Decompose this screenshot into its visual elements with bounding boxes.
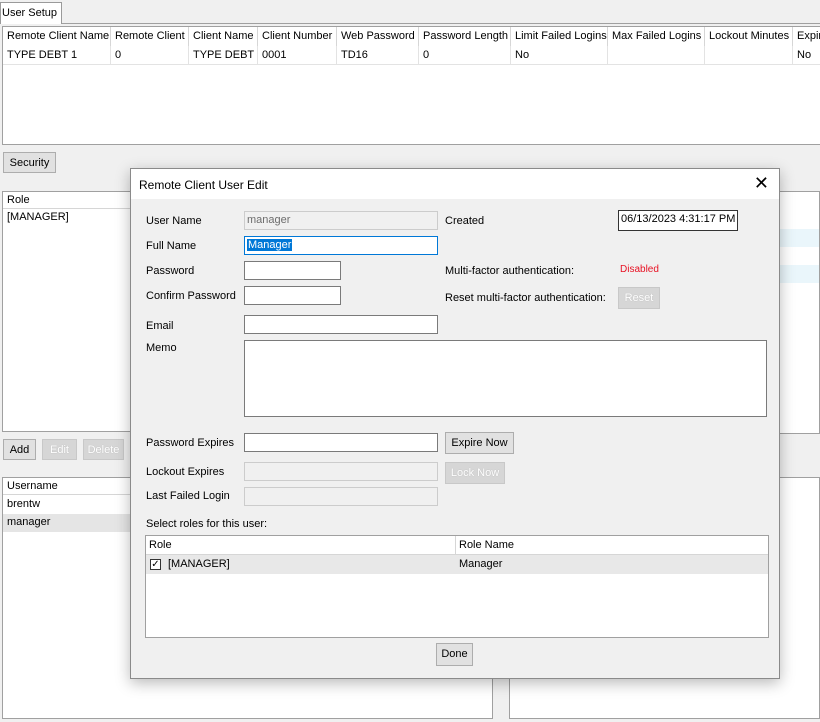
select-roles-label: Select roles for this user: — [146, 518, 268, 530]
memo-label: Memo — [146, 342, 177, 354]
password-expires-field[interactable] — [244, 433, 438, 452]
confirm-password-label: Confirm Password — [146, 290, 236, 302]
close-icon[interactable]: ✕ — [754, 174, 769, 192]
done-button[interactable]: Done — [436, 643, 473, 666]
roles-list[interactable]: Role [MANAGER] — [2, 191, 132, 432]
password-label: Password — [146, 265, 195, 277]
column-header[interactable]: Client Number — [258, 27, 337, 46]
password-expires-label: Password Expires — [146, 437, 235, 449]
lockout-expires-field — [244, 462, 438, 481]
last-failed-login-field — [244, 487, 438, 506]
role-name-cell: Manager — [459, 558, 503, 570]
lock-now-button[interactable]: Lock Now — [445, 462, 505, 484]
security-button[interactable]: Security — [3, 152, 56, 173]
table-cell: No — [793, 46, 820, 65]
last-failed-login-label: Last Failed Login — [146, 490, 230, 502]
role-cell: [MANAGER] — [168, 558, 230, 570]
column-header[interactable]: Limit Failed Logins — [511, 27, 608, 46]
user-name-field: manager — [244, 211, 438, 230]
column-header[interactable]: Web Password — [337, 27, 419, 46]
column-header[interactable]: Expir — [793, 27, 820, 46]
delete-button[interactable]: Delete — [83, 439, 124, 460]
column-header[interactable]: Remote Client Name — [3, 27, 111, 46]
lockout-expires-label: Lockout Expires — [146, 466, 225, 478]
user-name-label: User Name — [146, 215, 202, 227]
table-cell: TYPE DEBT 1 — [3, 46, 111, 65]
table-cell: 0001 — [258, 46, 337, 65]
password-field[interactable] — [244, 261, 341, 280]
column-header[interactable]: Lockout Minutes — [705, 27, 793, 46]
dialog-title: Remote Client User Edit — [139, 178, 268, 192]
confirm-password-field[interactable] — [244, 286, 341, 305]
table-cell: TD16 — [337, 46, 419, 65]
full-name-value: Manager — [247, 239, 293, 251]
expire-now-button[interactable]: Expire Now — [445, 432, 514, 454]
table-cell: No — [511, 46, 608, 65]
table-cell — [608, 46, 705, 65]
reset-mfa-button[interactable]: Reset — [618, 287, 660, 309]
full-name-field[interactable]: Manager — [244, 236, 438, 255]
clients-grid-header: Remote Client Name Remote Client Client … — [3, 27, 820, 47]
tab-divider — [62, 23, 820, 24]
email-field[interactable] — [244, 315, 438, 334]
email-label: Email — [146, 320, 174, 332]
list-item[interactable] — [779, 265, 819, 283]
add-button[interactable]: Add — [3, 439, 36, 460]
dialog-title-bar: Remote Client User Edit ✕ — [131, 169, 779, 199]
reset-mfa-label: Reset multi-factor authentication: — [445, 292, 606, 304]
role-checkbox[interactable]: ✓ — [150, 559, 161, 570]
created-field: 06/13/2023 4:31:17 PM — [618, 210, 738, 231]
column-header[interactable]: Role — [3, 192, 131, 209]
table-cell: TYPE DEBT 1 — [189, 46, 258, 65]
table-cell: 0 — [111, 46, 189, 65]
table-cell — [705, 46, 793, 65]
right-role-panel[interactable] — [778, 191, 820, 434]
table-row[interactable]: TYPE DEBT 1 0 TYPE DEBT 1 0001 TD16 0 No… — [3, 46, 820, 65]
column-header[interactable]: Max Failed Logins — [608, 27, 705, 46]
column-header[interactable]: Role — [146, 536, 456, 555]
column-header[interactable]: Password Length — [419, 27, 511, 46]
edit-button[interactable]: Edit — [42, 439, 77, 460]
list-item[interactable]: [MANAGER] — [3, 209, 131, 227]
table-row[interactable]: ✓ [MANAGER] Manager — [146, 555, 768, 574]
dialog-roles-grid[interactable]: Role Role Name ✓ [MANAGER] Manager — [145, 535, 769, 638]
column-header[interactable]: Role Name — [456, 536, 768, 555]
column-header[interactable]: Client Name — [189, 27, 258, 46]
clients-grid[interactable]: Remote Client Name Remote Client Client … — [2, 26, 820, 145]
list-item[interactable] — [779, 229, 819, 247]
full-name-label: Full Name — [146, 240, 197, 252]
tab-user-setup[interactable]: User Setup — [0, 2, 62, 24]
table-cell: 0 — [419, 46, 511, 65]
memo-field[interactable] — [244, 340, 767, 417]
column-header[interactable]: Remote Client — [111, 27, 189, 46]
remote-client-user-edit-dialog: Remote Client User Edit ✕ User Name Full… — [130, 168, 780, 679]
created-label: Created — [445, 215, 485, 227]
mfa-status: Disabled — [620, 264, 659, 275]
mfa-label: Multi-factor authentication: — [445, 265, 575, 277]
